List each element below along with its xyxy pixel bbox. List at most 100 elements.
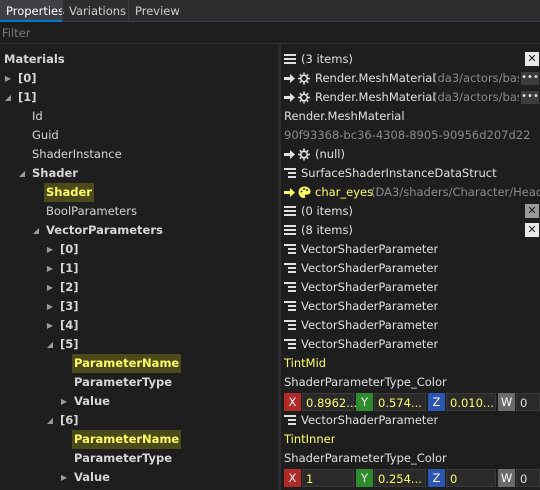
tree-row-vector-2[interactable]: ▶ [2] bbox=[0, 278, 278, 297]
tree-row-v5-parametername[interactable]: ParameterName bbox=[0, 354, 278, 373]
expand-arrow-icon[interactable]: ▶ bbox=[59, 392, 69, 411]
value-row-vector-5[interactable]: VectorShaderParameter bbox=[281, 335, 540, 354]
tree-label-v5-parametername: ParameterName bbox=[72, 354, 182, 373]
value-row-id[interactable]: Render.MeshMaterial bbox=[281, 107, 540, 126]
property-tree: Materials ▶ [0] ◢ [1] Id Guid ShaderInst… bbox=[0, 44, 278, 490]
tab-variations[interactable]: Variations bbox=[62, 0, 128, 22]
collapse-arrow-icon[interactable]: ◢ bbox=[45, 411, 55, 430]
value-vector-2: VectorShaderParameter bbox=[301, 280, 439, 294]
value-row-vector-0[interactable]: VectorShaderParameter bbox=[281, 240, 540, 259]
v6-y-field[interactable]: 0.254... bbox=[374, 469, 426, 487]
value-row-v5-value[interactable]: X 0.8962... Y 0.574... Z 0.010... W 0 bbox=[281, 392, 540, 411]
value-row-vector-2[interactable]: VectorShaderParameter bbox=[281, 278, 540, 297]
collapse-arrow-icon[interactable]: ◢ bbox=[3, 88, 13, 107]
tree-row-shaderinstance[interactable]: ShaderInstance bbox=[0, 145, 278, 164]
tree-row-vector-3[interactable]: ▶ [3] bbox=[0, 297, 278, 316]
filter-input[interactable] bbox=[0, 23, 540, 43]
value-row-shader[interactable]: char_eyes (DA3/shaders/Character/Head... bbox=[281, 183, 540, 202]
remove-button[interactable]: ✕ bbox=[525, 52, 539, 66]
value-row-shader-group[interactable]: SurfaceShaderInstanceDataStruct bbox=[281, 164, 540, 183]
value-row-materials[interactable]: (3 items) ✕ bbox=[281, 50, 540, 69]
tree-row-vector-6[interactable]: ◢ [6] bbox=[0, 411, 278, 430]
value-row-v6-parametername[interactable]: TintInner bbox=[281, 430, 540, 449]
value-v6-parametername: TintInner bbox=[284, 432, 336, 446]
expand-arrow-icon[interactable]: ▶ bbox=[45, 316, 55, 335]
arrow-right-icon[interactable] bbox=[284, 88, 295, 107]
value-row-boolparameters[interactable]: (0 items) ✕ bbox=[281, 202, 540, 221]
struct-icon bbox=[284, 278, 296, 297]
expand-arrow-icon[interactable]: ▶ bbox=[45, 278, 55, 297]
value-vector-3: VectorShaderParameter bbox=[301, 299, 439, 313]
tab-preview[interactable]: Preview bbox=[128, 0, 182, 22]
collapse-arrow-icon[interactable]: ◢ bbox=[17, 164, 27, 183]
tree-row-shader[interactable]: Shader bbox=[0, 183, 278, 202]
value-row-v6-parametertype[interactable]: ShaderParameterType_Color bbox=[281, 449, 540, 468]
tree-row-material-1[interactable]: ◢ [1] bbox=[0, 88, 278, 107]
value-row-vector-3[interactable]: VectorShaderParameter bbox=[281, 297, 540, 316]
tree-row-v6-value[interactable]: ▶ Value bbox=[0, 468, 278, 487]
arrow-right-icon[interactable] bbox=[284, 145, 295, 164]
expand-arrow-icon[interactable]: ▶ bbox=[59, 468, 69, 487]
expand-arrow-icon[interactable]: ▶ bbox=[3, 69, 13, 88]
more-button[interactable]: ••• bbox=[521, 91, 539, 104]
value-row-shaderinstance[interactable]: (null) bbox=[281, 145, 540, 164]
value-shaderinstance: (null) bbox=[315, 147, 345, 161]
value-row-vector-1[interactable]: VectorShaderParameter bbox=[281, 259, 540, 278]
arrow-right-icon[interactable] bbox=[284, 69, 295, 88]
tree-row-vector-4[interactable]: ▶ [4] bbox=[0, 316, 278, 335]
v5-y-field[interactable]: 0.574... bbox=[374, 393, 426, 411]
tree-row-v6-parametertype[interactable]: ParameterType bbox=[0, 449, 278, 468]
tab-properties[interactable]: Properties bbox=[0, 0, 64, 22]
tree-row-v5-value[interactable]: ▶ Value bbox=[0, 392, 278, 411]
axis-y-label: Y bbox=[356, 469, 373, 487]
value-v6-parametertype: ShaderParameterType_Color bbox=[284, 451, 447, 465]
tree-row-vector-1[interactable]: ▶ [1] bbox=[0, 259, 278, 278]
tree-row-materials[interactable]: Materials bbox=[0, 50, 278, 69]
collapse-arrow-icon[interactable]: ◢ bbox=[45, 335, 55, 354]
struct-icon bbox=[284, 316, 296, 335]
v6-x-field[interactable]: 1 bbox=[302, 469, 354, 487]
tree-row-boolparameters[interactable]: BoolParameters bbox=[0, 202, 278, 221]
v5-z-field[interactable]: 0.010... bbox=[446, 393, 496, 411]
struct-icon bbox=[284, 297, 296, 316]
expand-arrow-icon[interactable]: ▶ bbox=[45, 240, 55, 259]
value-row-material-0[interactable]: Render.MeshMaterial (da3/actors/bas... •… bbox=[281, 69, 540, 88]
axis-w-label: W bbox=[498, 469, 515, 487]
value-row-vector-4[interactable]: VectorShaderParameter bbox=[281, 316, 540, 335]
list-icon bbox=[284, 202, 296, 221]
tree-label-guid: Guid bbox=[32, 128, 59, 142]
tree-label-vector-4: [4] bbox=[60, 318, 79, 332]
axis-z-label: Z bbox=[428, 469, 445, 487]
remove-button[interactable]: ✕ bbox=[525, 223, 539, 237]
value-row-guid[interactable]: 90f93368-bc36-4308-8905-90956d207d22 bbox=[281, 126, 540, 145]
collapse-arrow-icon[interactable]: ◢ bbox=[31, 221, 41, 240]
value-row-v6-value[interactable]: X 1 Y 0.254... Z 0 W 0 bbox=[281, 468, 540, 487]
axis-x-label: X bbox=[284, 393, 301, 411]
v5-w-field[interactable]: 0 bbox=[516, 393, 540, 411]
expand-arrow-icon[interactable]: ▶ bbox=[45, 259, 55, 278]
tree-row-material-0[interactable]: ▶ [0] bbox=[0, 69, 278, 88]
value-row-material-1[interactable]: Render.MeshMaterial (da3/actors/bas... •… bbox=[281, 88, 540, 107]
struct-icon bbox=[284, 164, 296, 183]
value-row-v5-parametertype[interactable]: ShaderParameterType_Color bbox=[281, 373, 540, 392]
tree-label-v6-parametertype: ParameterType bbox=[74, 451, 173, 465]
value-row-v5-parametername[interactable]: TintMid bbox=[281, 354, 540, 373]
tree-row-vectorparameters[interactable]: ◢ VectorParameters bbox=[0, 221, 278, 240]
tree-row-vector-5[interactable]: ◢ [5] bbox=[0, 335, 278, 354]
expand-arrow-icon[interactable]: ▶ bbox=[45, 297, 55, 316]
tree-label-vector-5: [5] bbox=[60, 337, 79, 351]
tree-row-v5-parametertype[interactable]: ParameterType bbox=[0, 373, 278, 392]
tree-row-guid[interactable]: Guid bbox=[0, 126, 278, 145]
more-button[interactable]: ••• bbox=[521, 72, 539, 85]
v6-z-field[interactable]: 0 bbox=[446, 469, 496, 487]
value-row-vectorparameters[interactable]: (8 items) ✕ bbox=[281, 221, 540, 240]
remove-button[interactable]: ✕ bbox=[525, 204, 539, 218]
tree-row-id[interactable]: Id bbox=[0, 107, 278, 126]
v6-w-field[interactable]: 0 bbox=[516, 469, 540, 487]
value-row-vector-6[interactable]: VectorShaderParameter bbox=[281, 411, 540, 430]
tree-row-v6-parametername[interactable]: ParameterName bbox=[0, 430, 278, 449]
tree-row-vector-0[interactable]: ▶ [0] bbox=[0, 240, 278, 259]
v5-x-field[interactable]: 0.8962... bbox=[302, 393, 357, 411]
arrow-right-icon[interactable] bbox=[284, 183, 295, 202]
tree-row-shader-group[interactable]: ◢ Shader bbox=[0, 164, 278, 183]
